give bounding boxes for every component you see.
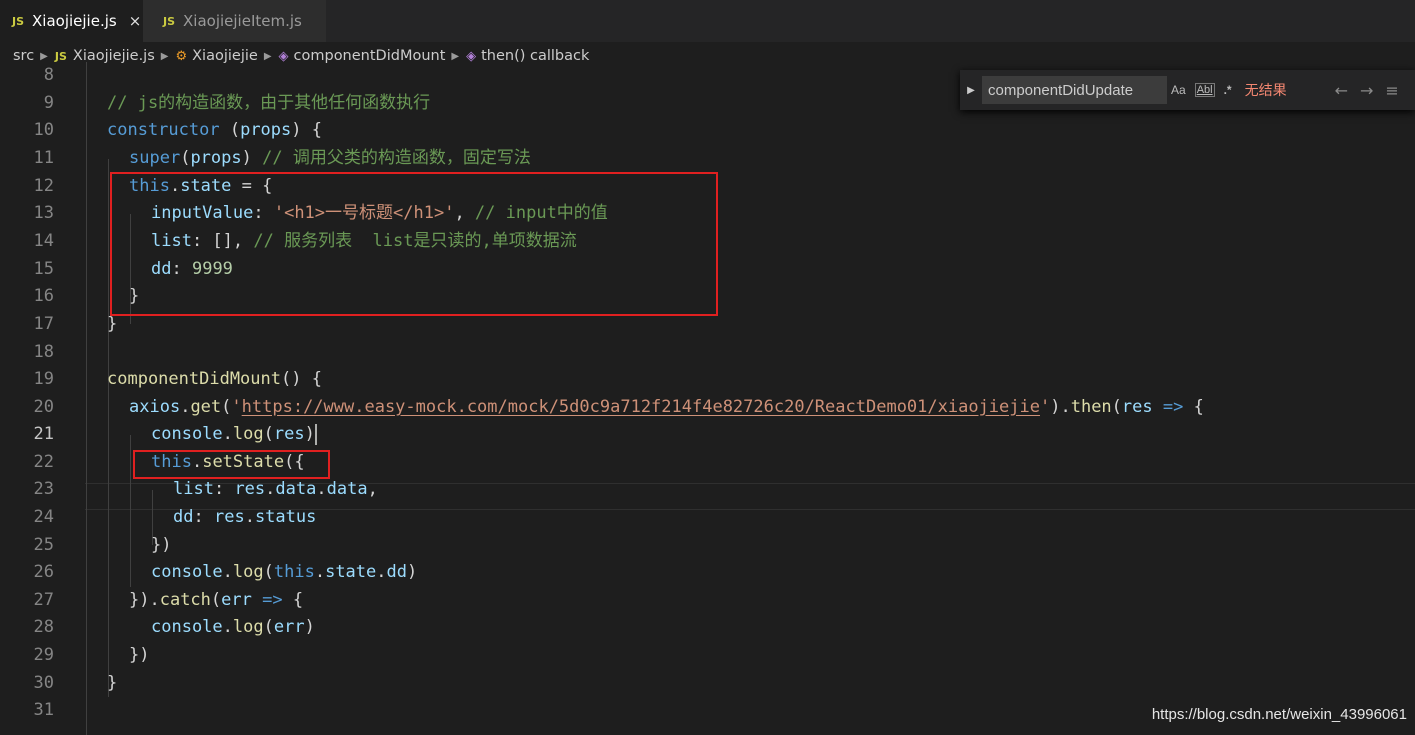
match-case-button[interactable]: Aa — [1171, 83, 1186, 97]
line-number: 30 — [33, 673, 54, 693]
js-file-icon: JS — [163, 14, 176, 28]
line-number: 10 — [33, 120, 54, 140]
code-line: 10 constructor (props) { — [0, 117, 1415, 145]
code-line: 17} — [0, 311, 1415, 339]
find-widget: ▶ Aa Abl .* 无结果 ← → ≡ — [960, 70, 1415, 110]
chevron-right-icon: ▶ — [40, 50, 48, 62]
line-number: 25 — [33, 535, 54, 555]
line-number: 13 — [33, 203, 54, 223]
chevron-right-icon: ▶ — [263, 50, 272, 62]
find-in-selection-icon[interactable]: ≡ — [1385, 81, 1398, 100]
line-number: 16 — [33, 286, 54, 306]
line-number: 14 — [33, 231, 54, 251]
code-line: 23 list: res.data.data, — [0, 476, 1415, 504]
close-icon[interactable]: × — [129, 12, 142, 30]
text-cursor — [314, 423, 317, 445]
code-line: 20 axios.get('https://www.easy-mock.com/m… — [0, 394, 1415, 422]
line-number: 11 — [33, 148, 54, 168]
url-link[interactable]: https://www.easy-mock.com/mock/5d0c9a712… — [242, 397, 1040, 417]
code-line: 28 console.log(err) — [0, 614, 1415, 642]
code-line: 30} — [0, 670, 1415, 698]
watermark: https://blog.csdn.net/weixin_43996061 — [1151, 706, 1407, 723]
code-line: 24 dd: res.status — [0, 504, 1415, 532]
find-status: 无结果 — [1244, 83, 1287, 99]
chevron-right-icon: ▶ — [160, 50, 169, 62]
js-file-icon: JS — [12, 14, 25, 28]
code-line: 22 this.setState({ — [0, 449, 1415, 477]
line-number: 9 — [43, 93, 54, 113]
code-line: 13 inputValue: '<h1>一号标题</h1>', // input中… — [0, 200, 1415, 228]
line-number: 27 — [33, 590, 54, 610]
line-number: 23 — [33, 479, 54, 499]
expand-replace-toggle[interactable]: ▶ — [960, 85, 982, 96]
line-number: 31 — [33, 700, 54, 720]
chevron-right-icon: ▶ — [451, 50, 460, 62]
code-line: 14 list: [], // 服务列表 list是只读的,单项数据流 — [0, 228, 1415, 256]
line-number: 21 — [33, 424, 54, 444]
line-number: 15 — [33, 259, 54, 279]
code-line: 12 this.state = { — [0, 173, 1415, 201]
code-line: 11 super(props) // 调用父类的构造函数，固定写法 — [0, 145, 1415, 173]
tab-xiaojiejieitem-js[interactable]: JS XiaojiejieItem.js — [143, 0, 326, 42]
line-number: 29 — [33, 645, 54, 665]
line-number: 17 — [33, 314, 54, 334]
line-number: 28 — [33, 617, 54, 637]
code-line: 21 console.log(res) — [0, 421, 1415, 449]
code-line: 25}) — [0, 532, 1415, 560]
line-number: 8 — [43, 65, 54, 85]
line-number: 22 — [33, 452, 54, 472]
line-number: 26 — [33, 562, 54, 582]
code-line: 19 componentDidMount() { — [0, 366, 1415, 394]
regex-button[interactable]: .* — [1224, 83, 1232, 97]
line-number: 18 — [33, 342, 54, 362]
js-file-icon: JS — [54, 49, 67, 63]
line-number: 12 — [33, 176, 54, 196]
code-line: 16} — [0, 283, 1415, 311]
tab-xiaojiejie-js[interactable]: JS Xiaojiejie.js × — [0, 0, 143, 42]
line-number: 19 — [33, 369, 54, 389]
line-number: 24 — [33, 507, 54, 527]
previous-match-arrow-icon[interactable]: ← — [1335, 81, 1348, 100]
code-line: 26 console.log(this.state.dd) — [0, 559, 1415, 587]
code-line: 27}).catch(err => { — [0, 587, 1415, 615]
editor-tab-bar: JS Xiaojiejie.js × JS XiaojiejieItem.js — [0, 0, 1415, 42]
code-editor[interactable]: 8 9// js的构造函数，由于其他任何函数执行 10 constructor (… — [0, 62, 1415, 735]
line-number: 20 — [33, 397, 54, 417]
code-line: 15 dd: 9999 — [0, 256, 1415, 284]
tab-label: XiaojiejieItem.js — [183, 12, 302, 30]
next-match-arrow-icon[interactable]: → — [1360, 81, 1373, 100]
tab-label: Xiaojiejie.js — [32, 12, 117, 30]
code-line: 18 — [0, 339, 1415, 367]
match-whole-word-button[interactable]: Abl — [1194, 83, 1215, 97]
find-input[interactable] — [982, 76, 1167, 104]
code-line: 29}) — [0, 642, 1415, 670]
